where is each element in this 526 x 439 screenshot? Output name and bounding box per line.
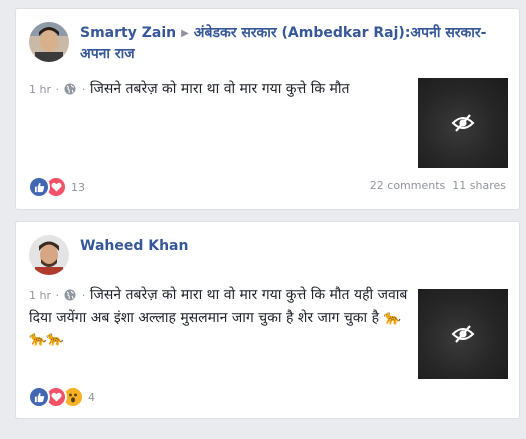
reaction-count[interactable]: 4 [88,391,95,404]
post-stats: 22 comments 11 shares [363,179,506,192]
post-text: जिसने तबरेज़ को मारा था वो मार गया कुत्त… [29,287,408,347]
post-card: Waheed Khan 1 hr · · जिसने तबरेज़ को मार… [15,221,520,419]
comments-count[interactable]: 22 comments [370,179,446,192]
media-thumbnail[interactable] [418,289,508,379]
author-name[interactable]: Waheed Khan [80,238,188,254]
media-thumbnail[interactable] [418,78,508,168]
reactions-summary[interactable]: 13 [28,176,85,198]
post-header: Smarty Zain ▶ अंबेडकर सरकार (Ambedkar Raj)… [80,23,500,64]
avatar[interactable] [29,235,69,275]
eye-slash-icon [451,114,475,132]
post-card: Smarty Zain ▶ अंबेडकर सरकार (Ambedkar Raj)… [15,8,520,210]
post-time[interactable]: 1 hr [29,83,51,96]
post-body: 1 hr · · जिसने तबरेज़ को मारा था वो मार … [29,79,409,102]
reactions-summary[interactable]: 4 [28,386,95,408]
post-time[interactable]: 1 hr [29,289,51,302]
arrow-right-icon: ▶ [181,28,189,39]
reaction-count[interactable]: 13 [71,181,85,194]
post-header: Waheed Khan [80,236,500,256]
author-name[interactable]: Smarty Zain [80,25,176,41]
like-reaction-icon [28,176,50,198]
avatar[interactable] [29,22,69,62]
post-body: 1 hr · · जिसने तबरेज़ को मारा था वो मार … [29,287,408,347]
globe-icon[interactable] [64,287,76,308]
post-text: जिसने तबरेज़ को मारा था वो मार गया कुत्त… [89,81,350,97]
eye-slash-icon [451,325,475,343]
like-reaction-icon [28,386,50,408]
globe-icon[interactable] [64,81,76,102]
shares-count[interactable]: 11 shares [452,179,506,192]
